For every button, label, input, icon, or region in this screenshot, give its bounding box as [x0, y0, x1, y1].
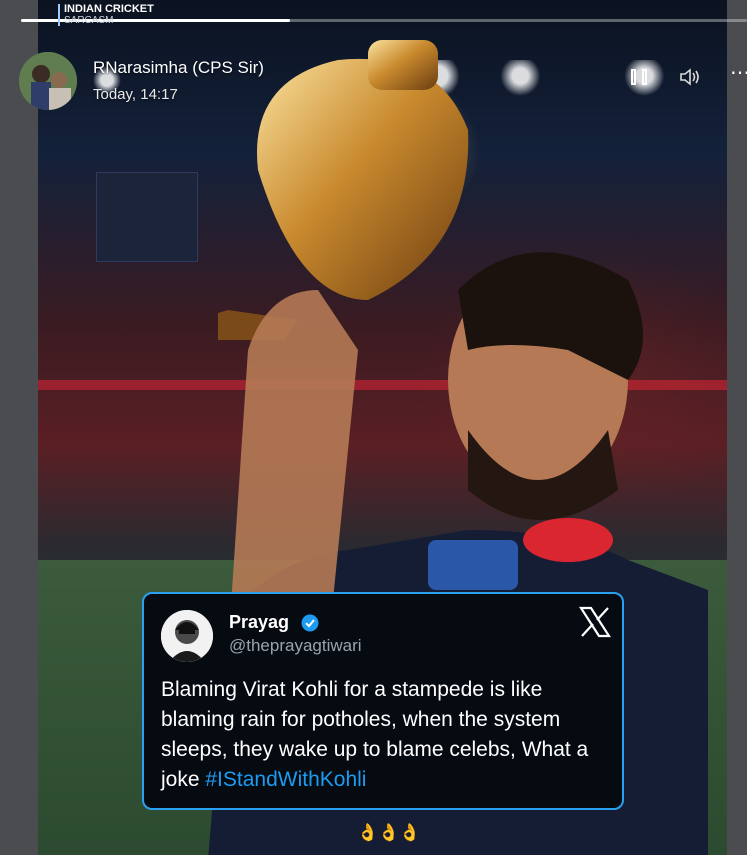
volume-muted-icon — [680, 68, 699, 86]
post-timestamp: Today, 14:17 — [93, 86, 178, 103]
mute-button[interactable] — [678, 66, 702, 88]
author-photo — [161, 610, 213, 662]
reaction-emojis: 👌👌👌 — [357, 823, 421, 842]
tweet-card: Prayag @theprayagtiwari Blaming Virat Ko… — [142, 592, 624, 810]
poster-name[interactable]: RNarasimha (CPS Sir) — [93, 58, 264, 78]
source-label-line2: SARCASM — [64, 15, 114, 26]
poster-avatar[interactable] — [19, 52, 77, 110]
tweet-hashtag[interactable]: #IStandWithKohli — [205, 768, 366, 791]
more-options-button[interactable]: ⋯ — [730, 63, 747, 88]
verified-badge-icon — [301, 614, 319, 632]
tweet-author-handle: @theprayagtiwari — [229, 636, 362, 655]
tweet-author-avatar — [161, 610, 213, 662]
tweet-author-name: Prayag — [229, 612, 290, 632]
scoreboard-screen — [96, 172, 198, 262]
x-logo-icon — [578, 606, 612, 638]
avatar-photo — [19, 52, 77, 110]
more-horizontal-icon: ⋯ — [730, 62, 747, 84]
tweet-body: Blaming Virat Kohli for a stampede is li… — [161, 675, 611, 795]
pause-button[interactable] — [629, 66, 651, 88]
source-label-line1: INDIAN CRICKET — [64, 3, 154, 15]
source-watermark: INDIAN CRICKET SARCASM — [58, 4, 154, 26]
